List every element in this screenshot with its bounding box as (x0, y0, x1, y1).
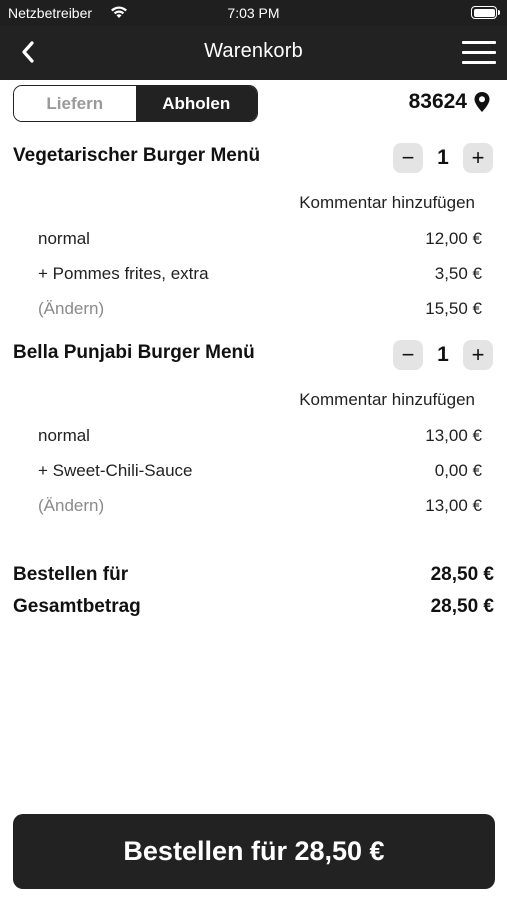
cart-line: + Sweet-Chili-Sauce 0,00 € (38, 461, 482, 481)
decrease-quantity-button[interactable]: − (393, 340, 423, 370)
cart-line-subtotal: (Ändern) 15,50 € (38, 299, 482, 319)
increase-quantity-button[interactable]: + (463, 143, 493, 173)
decrease-quantity-button[interactable]: − (393, 143, 423, 173)
line-label: + Pommes frites, extra (38, 264, 209, 283)
line-label: normal (38, 426, 90, 445)
edit-item-link[interactable]: (Ändern) (38, 299, 104, 319)
tab-abholen[interactable]: Abholen (135, 86, 257, 121)
hamburger-menu-icon[interactable] (459, 34, 499, 70)
quantity-stepper: − 1 + (393, 340, 493, 370)
page-title: Warenkorb (204, 40, 303, 62)
add-comment-link[interactable]: Kommentar hinzufügen (299, 390, 475, 410)
quantity-value: 1 (437, 343, 449, 366)
item-subtotal: 13,00 € (425, 496, 482, 515)
delivery-mode-toggle: Liefern Abholen (13, 85, 258, 122)
increase-quantity-button[interactable]: + (463, 340, 493, 370)
cart-item-title: Bella Punjabi Burger Menü (13, 342, 255, 363)
line-price: 13,00 € (425, 426, 482, 445)
tab-liefern[interactable]: Liefern (14, 86, 136, 121)
cart-line: normal 12,00 € (38, 229, 482, 249)
line-label: + Sweet-Chili-Sauce (38, 461, 193, 480)
line-label: normal (38, 229, 90, 248)
order-for-label: Bestellen für (13, 564, 129, 585)
location-zip[interactable]: 83624 (409, 90, 491, 114)
zip-code: 83624 (408, 90, 467, 113)
edit-item-link[interactable]: (Ändern) (38, 496, 104, 516)
item-subtotal: 15,50 € (425, 299, 482, 318)
total-row: Gesamtbetrag 28,50 € (13, 596, 494, 618)
line-price: 0,00 € (434, 461, 482, 480)
line-price: 3,50 € (434, 264, 482, 283)
total-label: Gesamtbetrag (13, 596, 141, 617)
order-for-row: Bestellen für 28,50 € (13, 564, 494, 586)
cart-line: normal 13,00 € (38, 426, 482, 446)
quantity-stepper: − 1 + (393, 143, 493, 173)
cart-line-subtotal: (Ändern) 13,00 € (38, 496, 482, 516)
status-bar: Netzbetreiber 7:03 PM (0, 0, 507, 26)
quantity-value: 1 (437, 146, 449, 169)
total-value: 28,50 € (430, 596, 494, 617)
place-order-button[interactable]: Bestellen für 28,50 € (13, 814, 495, 889)
line-price: 12,00 € (425, 229, 482, 248)
battery-icon (471, 6, 500, 19)
nav-bar: Warenkorb (0, 26, 507, 80)
order-for-value: 28,50 € (430, 564, 494, 585)
add-comment-link[interactable]: Kommentar hinzufügen (299, 193, 475, 213)
cart-line: + Pommes frites, extra 3,50 € (38, 264, 482, 284)
cart-item-title: Vegetarischer Burger Menü (13, 145, 261, 166)
status-time: 7:03 PM (227, 5, 280, 21)
location-pin-icon (474, 92, 490, 112)
